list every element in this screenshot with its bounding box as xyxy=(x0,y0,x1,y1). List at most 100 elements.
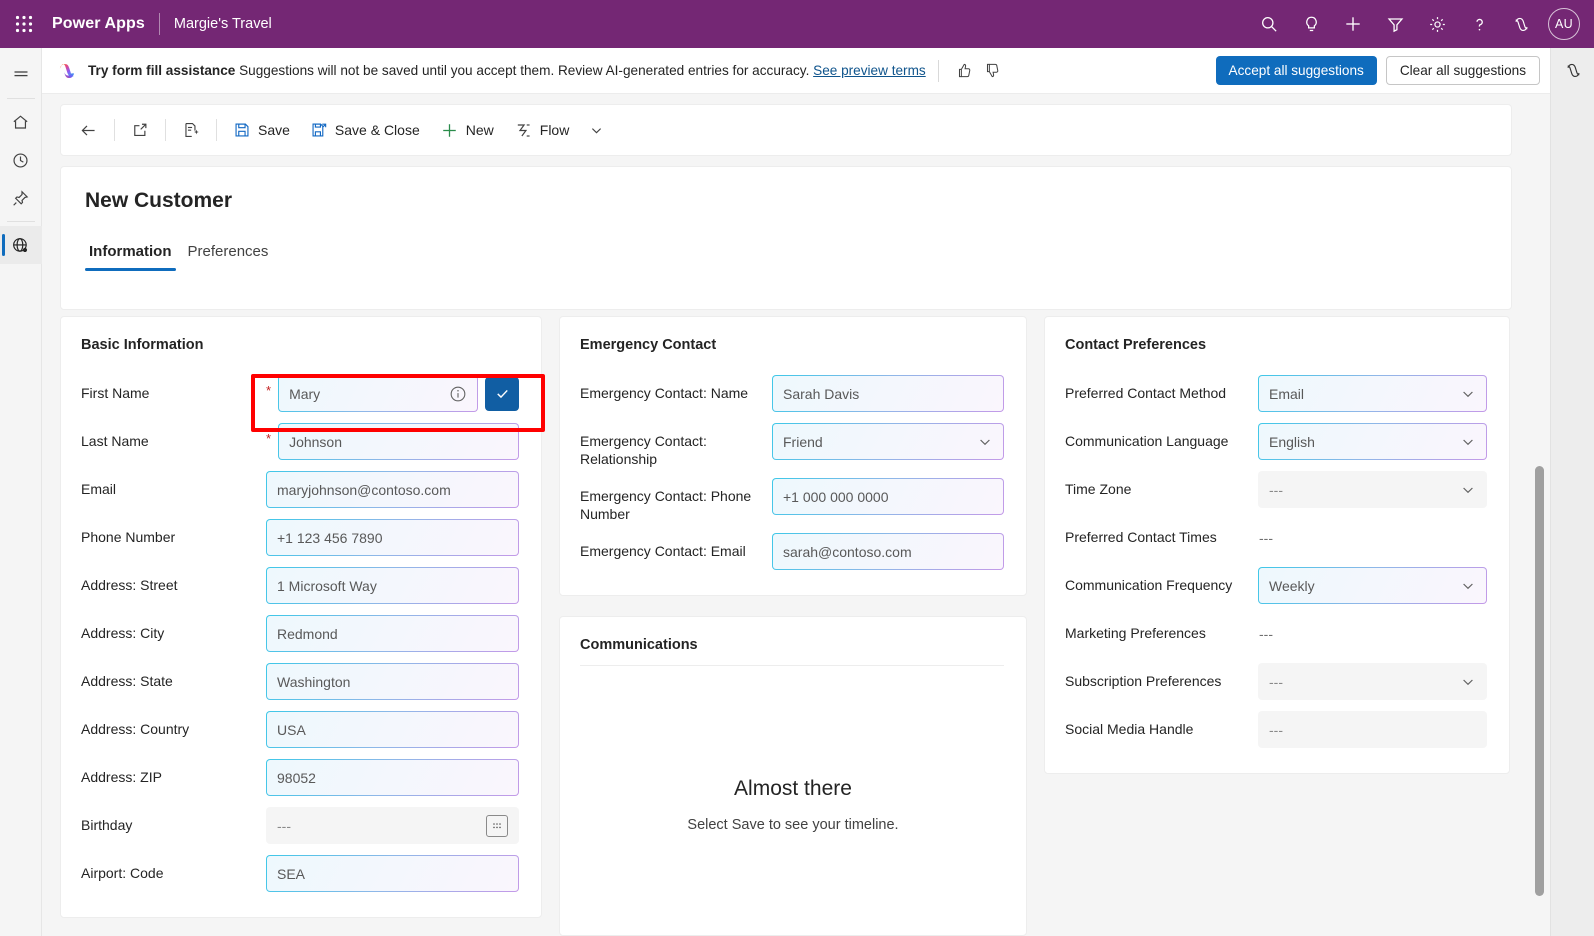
chevron-down-icon xyxy=(977,434,993,450)
empty-state-text: Select Save to see your timeline. xyxy=(560,817,1026,833)
address-country-input[interactable]: USA xyxy=(266,711,519,748)
sidebar-item-pinned[interactable] xyxy=(0,179,42,217)
field-label-time-zone: Time Zone xyxy=(1065,471,1258,498)
field-control-birthday: --- xyxy=(266,807,519,844)
open-in-new-window-button[interactable] xyxy=(121,112,159,148)
address-zip-input[interactable]: 98052 xyxy=(266,759,519,796)
lightbulb-icon[interactable] xyxy=(1290,2,1332,46)
communication-frequency-select[interactable]: Weekly xyxy=(1258,567,1487,604)
address-street-input[interactable]: 1 Microsoft Way xyxy=(266,567,519,604)
search-icon[interactable] xyxy=(1248,2,1290,46)
new-button[interactable]: New xyxy=(430,112,504,148)
field-label-subscription-preferences: Subscription Preferences xyxy=(1065,663,1258,690)
email-input[interactable]: maryjohnson@contoso.com xyxy=(266,471,519,508)
preferred-contact-times-input[interactable]: --- xyxy=(1258,519,1487,556)
marketing-preferences-input[interactable]: --- xyxy=(1258,615,1487,652)
social-media-handle-input[interactable]: --- xyxy=(1258,711,1487,748)
emergency-phone-input[interactable]: +1 000 000 0000 xyxy=(772,478,1004,515)
field-label-emergency-relationship: Emergency Contact: Relationship xyxy=(580,423,772,468)
time-zone-value: --- xyxy=(1269,482,1454,498)
avatar[interactable]: AU xyxy=(1548,8,1580,40)
thumbs-down-icon[interactable] xyxy=(979,57,1007,85)
plus-icon[interactable] xyxy=(1332,2,1374,46)
clear-all-suggestions-button[interactable]: Clear all suggestions xyxy=(1386,56,1540,85)
birthday-input[interactable]: --- xyxy=(266,807,519,844)
preferred-contact-method-select[interactable]: Email xyxy=(1258,375,1487,412)
info-icon[interactable] xyxy=(449,385,467,403)
accept-all-suggestions-button[interactable]: Accept all suggestions xyxy=(1216,56,1377,85)
sidebar-item-home[interactable] xyxy=(0,103,42,141)
last-name-input[interactable]: Johnson xyxy=(278,423,519,460)
time-zone-select[interactable]: --- xyxy=(1258,471,1487,508)
sidebar-item-customers[interactable] xyxy=(0,226,42,264)
section-basic-information: Basic Information First Name * Mary xyxy=(60,316,542,918)
address-country-value: USA xyxy=(277,722,508,738)
accept-suggestion-button[interactable] xyxy=(485,377,519,411)
field-row-airport-code: Airport: Code SEA xyxy=(81,855,519,893)
thumbs-up-icon[interactable] xyxy=(951,57,979,85)
flow-button[interactable]: Flow xyxy=(504,112,580,148)
scrollbar-thumb[interactable] xyxy=(1535,466,1544,896)
field-control-address-zip: 98052 xyxy=(266,759,519,796)
last-name-value: Johnson xyxy=(289,434,508,450)
emergency-relationship-select[interactable]: Friend xyxy=(772,423,1004,460)
chevron-down-icon xyxy=(1460,434,1476,450)
phone-number-input[interactable]: +1 123 456 7890 xyxy=(266,519,519,556)
app-launcher-waffle-icon[interactable] xyxy=(0,0,48,48)
form-fill-assist-button[interactable] xyxy=(172,112,210,148)
column-middle: Emergency Contact Emergency Contact: Nam… xyxy=(559,316,1027,936)
field-row-address-city: Address: City Redmond xyxy=(81,615,519,653)
sidebar-item-recent[interactable] xyxy=(0,141,42,179)
email-value: maryjohnson@contoso.com xyxy=(277,482,508,498)
command-divider-3 xyxy=(216,119,217,141)
field-label-social-media-handle: Social Media Handle xyxy=(1065,711,1258,738)
chevron-down-icon xyxy=(1460,386,1476,402)
save-button[interactable]: Save xyxy=(223,112,300,148)
tab-preferences[interactable]: Preferences xyxy=(182,239,275,271)
field-control-emergency-email: sarah@contoso.com xyxy=(772,533,1004,570)
see-preview-terms-link[interactable]: See preview terms xyxy=(813,63,926,78)
field-label-communication-frequency: Communication Frequency xyxy=(1065,567,1258,594)
hamburger-menu-icon[interactable] xyxy=(0,56,42,94)
section-communications: Communications Almost there Select Save … xyxy=(559,616,1027,936)
back-button[interactable] xyxy=(69,112,108,148)
first-name-input[interactable]: Mary xyxy=(278,375,478,412)
address-city-input[interactable]: Redmond xyxy=(266,615,519,652)
emergency-name-input[interactable]: Sarah Davis xyxy=(772,375,1004,412)
field-label-last-name: Last Name xyxy=(81,423,266,450)
rail-divider-2 xyxy=(7,221,35,222)
help-icon[interactable] xyxy=(1458,2,1500,46)
airport-code-input[interactable]: SEA xyxy=(266,855,519,892)
app-header: Power Apps Margie's Travel xyxy=(0,0,1594,48)
banner-message: Try form fill assistance Suggestions wil… xyxy=(88,63,926,78)
field-control-email: maryjohnson@contoso.com xyxy=(266,471,519,508)
chevron-down-icon xyxy=(1460,482,1476,498)
flow-chevron-down-icon[interactable] xyxy=(579,112,614,148)
form-scrollbar[interactable] xyxy=(1535,316,1544,936)
address-street-value: 1 Microsoft Way xyxy=(277,578,508,594)
address-state-input[interactable]: Washington xyxy=(266,663,519,700)
calendar-icon[interactable] xyxy=(486,815,508,837)
preferred-contact-times-value: --- xyxy=(1259,530,1477,546)
communication-language-select[interactable]: English xyxy=(1258,423,1487,460)
filter-icon[interactable] xyxy=(1374,2,1416,46)
tab-information[interactable]: Information xyxy=(83,239,178,271)
banner-action-buttons: Accept all suggestions Clear all suggest… xyxy=(1216,56,1540,85)
address-zip-value: 98052 xyxy=(277,770,508,786)
column-left: Basic Information First Name * Mary xyxy=(60,316,542,936)
save-and-close-button[interactable]: Save & Close xyxy=(300,112,430,148)
field-row-emergency-email: Emergency Contact: Email sarah@contoso.c… xyxy=(580,533,1004,571)
copilot-icon[interactable] xyxy=(1500,2,1542,46)
gear-icon[interactable] xyxy=(1416,2,1458,46)
field-row-last-name: Last Name * Johnson xyxy=(81,423,519,461)
field-control-preferred-contact-method: Email xyxy=(1258,375,1487,412)
field-label-airport-code: Airport: Code xyxy=(81,855,266,882)
field-control-communication-frequency: Weekly xyxy=(1258,567,1487,604)
app-name-label[interactable]: Margie's Travel xyxy=(160,16,272,32)
copilot-panel-icon[interactable] xyxy=(1551,48,1594,92)
subscription-preferences-select[interactable]: --- xyxy=(1258,663,1487,700)
header-actions: AU xyxy=(1248,2,1594,46)
emergency-email-input[interactable]: sarah@contoso.com xyxy=(772,533,1004,570)
brand-power-apps[interactable]: Power Apps xyxy=(48,15,159,33)
field-row-subscription-preferences: Subscription Preferences --- xyxy=(1065,663,1487,701)
